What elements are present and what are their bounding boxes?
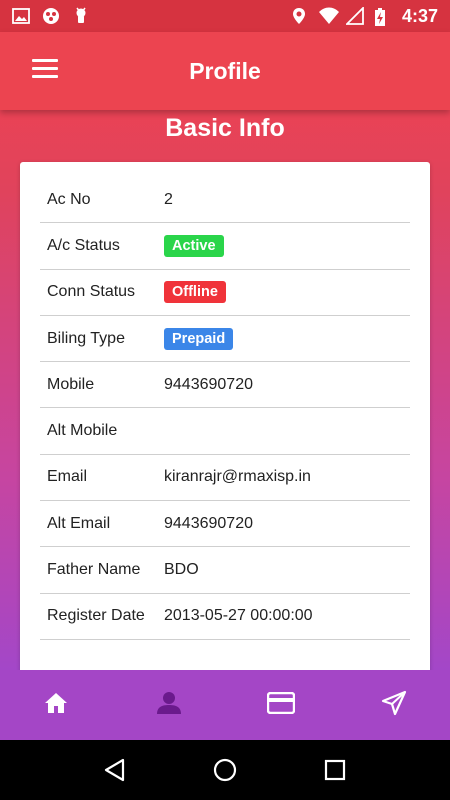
row-label: A/c Status: [47, 236, 120, 254]
home-circle-icon[interactable]: [205, 750, 245, 790]
send-icon: [381, 690, 407, 721]
info-row-mobile: Mobile 9443690720: [40, 362, 410, 409]
info-row-alt-mobile: Alt Mobile: [40, 408, 410, 455]
info-row-father-name: Father Name BDO: [40, 547, 410, 594]
back-icon[interactable]: [95, 750, 135, 790]
home-icon: [44, 692, 68, 719]
nav-billing[interactable]: [225, 670, 338, 740]
recents-icon[interactable]: [315, 750, 355, 790]
row-label: Ac No: [47, 190, 91, 208]
status-badge-offline: Offline: [164, 281, 226, 304]
row-value: 9443690720: [164, 514, 253, 532]
android-icon: [72, 7, 90, 25]
signal-icon: [344, 5, 364, 25]
row-value: BDO: [164, 561, 199, 579]
row-value: 2: [164, 190, 173, 208]
billing-badge-prepaid: Prepaid: [164, 327, 234, 350]
circles-icon: [42, 7, 60, 25]
info-row-alt-email: Alt Email 9443690720: [40, 501, 410, 548]
row-label: Father Name: [47, 561, 141, 579]
row-label: Alt Email: [47, 514, 111, 532]
hamburger-menu-icon[interactable]: [32, 59, 60, 79]
person-icon: [156, 691, 182, 720]
row-label: Alt Mobile: [47, 422, 118, 440]
row-value: kiranrajr@rmaxisp.in: [164, 468, 311, 486]
info-row-email: Email kiranrajr@rmaxisp.in: [40, 455, 410, 502]
status-badge-active: Active: [164, 234, 224, 257]
nav-profile[interactable]: [113, 670, 226, 740]
image-icon: [12, 7, 30, 25]
nav-home[interactable]: [0, 670, 113, 740]
section-title: Basic Info: [165, 114, 285, 142]
page-title: Profile: [189, 57, 261, 84]
info-row-billing-type: Biling Type Prepaid: [40, 316, 410, 363]
app-bar: Profile: [0, 32, 450, 110]
wifi-icon: [318, 7, 339, 25]
row-label: Register Date: [47, 607, 145, 625]
row-label: Biling Type: [47, 329, 125, 347]
row-value: 9443690720: [164, 375, 253, 393]
row-label: Conn Status: [47, 283, 136, 301]
location-icon: [290, 7, 308, 25]
bottom-nav: [0, 670, 450, 740]
status-time: 4:37: [401, 5, 438, 26]
info-row-register-date: Register Date 2013-05-27 00:00:00: [40, 594, 410, 640]
status-bar: 4:37: [0, 0, 450, 32]
battery-charging-icon: [374, 7, 392, 26]
system-nav-bar: [0, 740, 450, 800]
info-row-conn-status: Conn Status Offline: [40, 270, 410, 316]
nav-send[interactable]: [338, 670, 450, 740]
row-label: Email: [47, 468, 88, 486]
info-row-ac-no: Ac No 2: [40, 177, 410, 224]
basic-info-card: Ac No 2 A/c Status Active Conn Status Of…: [20, 162, 430, 682]
row-value: 2013-05-27 00:00:00: [164, 607, 313, 625]
row-label: Mobile: [47, 375, 95, 393]
info-row-ac-status: A/c Status Active: [40, 223, 410, 270]
credit-card-icon: [267, 691, 296, 719]
